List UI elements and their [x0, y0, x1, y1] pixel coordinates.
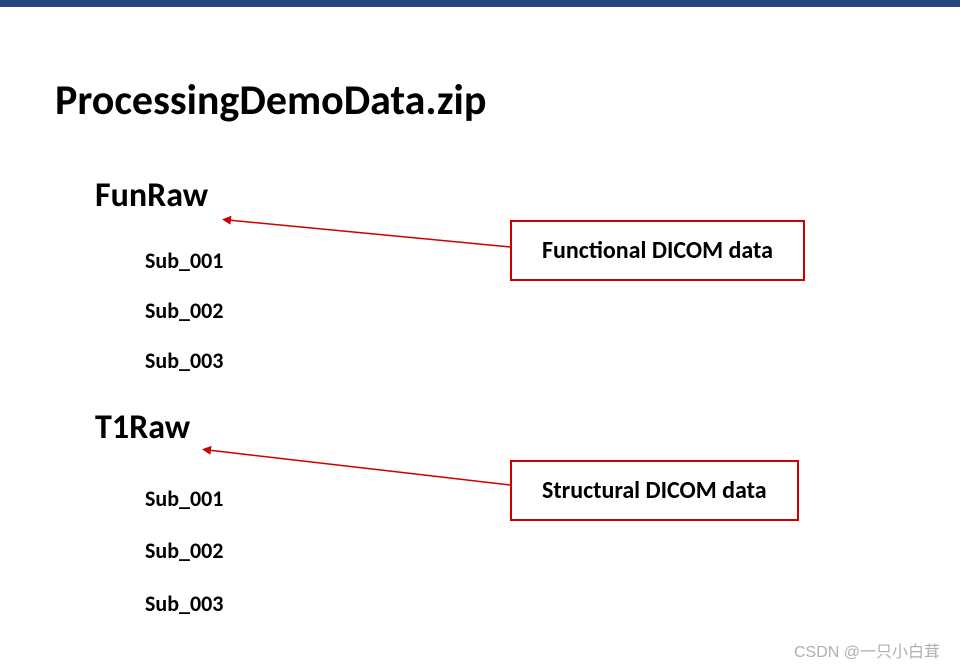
funraw-heading: FunRaw: [95, 175, 208, 216]
t1raw-item-2: Sub_002: [145, 537, 223, 564]
funraw-item-1: Sub_001: [145, 247, 223, 274]
main-title: ProcessingDemoData.zip: [55, 75, 486, 126]
top-border: [0, 0, 960, 7]
arrow-structural: [200, 440, 520, 495]
t1raw-heading: T1Raw: [95, 407, 190, 448]
functional-annotation: Functional DICOM data: [510, 220, 805, 281]
funraw-item-3: Sub_003: [145, 347, 223, 374]
structural-annotation: Structural DICOM data: [510, 460, 799, 521]
t1raw-item-3: Sub_003: [145, 590, 223, 617]
watermark: CSDN @一只小白茸: [794, 638, 940, 662]
arrow-functional: [220, 210, 520, 260]
t1raw-item-1: Sub_001: [145, 485, 223, 512]
funraw-item-2: Sub_002: [145, 297, 223, 324]
